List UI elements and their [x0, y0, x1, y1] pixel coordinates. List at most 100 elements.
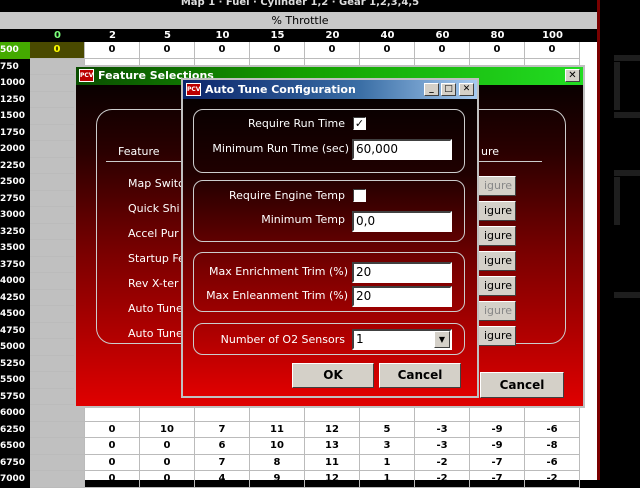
rpm-label: 6500 — [0, 441, 26, 451]
map-cell[interactable]: -2 — [525, 471, 580, 488]
feature-cancel-button[interactable]: Cancel — [480, 372, 564, 398]
column-header: 80 — [490, 30, 505, 41]
configure-button[interactable]: igure — [476, 176, 516, 196]
map-cell[interactable]: -2 — [415, 454, 470, 471]
map-cell[interactable]: 4 — [195, 471, 250, 488]
min-temp-input[interactable]: 0,0 — [352, 211, 452, 232]
rpm-label: 4250 — [0, 292, 26, 303]
map-cell[interactable]: -9 — [470, 421, 525, 438]
map-cell[interactable]: -7 — [470, 471, 525, 488]
map-cell[interactable]: 0 — [85, 438, 140, 455]
map-cell[interactable] — [30, 471, 85, 488]
column-header: 15 — [270, 30, 285, 41]
configure-button[interactable]: igure — [476, 326, 516, 346]
rpm-label: 7000 — [0, 474, 26, 484]
configure-button[interactable]: igure — [476, 226, 516, 246]
auto-tune-titlebar[interactable]: PCV Auto Tune Configuration _ □ ✕ — [183, 80, 477, 99]
rpm-label: 4750 — [0, 325, 26, 336]
configure-button[interactable]: igure — [476, 251, 516, 271]
rpm-label: 2250 — [0, 160, 26, 171]
rpm-label: 1500 — [0, 111, 26, 121]
map-cell[interactable]: -7 — [470, 454, 525, 471]
map-cell[interactable] — [30, 438, 85, 455]
column-headers: 0 2 5 10 15 20 40 60 80 100 — [0, 29, 600, 42]
feature-item: Map Switc — [128, 177, 183, 190]
configure-button[interactable]: igure — [476, 201, 516, 221]
max-enleanment-input[interactable]: 20 — [352, 286, 452, 307]
map-cell[interactable]: -9 — [470, 438, 525, 455]
map-cell[interactable] — [30, 421, 85, 438]
rpm-label: 2500 — [0, 177, 26, 187]
min-run-time-input[interactable]: 60,000 — [352, 139, 452, 160]
map-cell[interactable]: 7 — [195, 454, 250, 471]
map-cell[interactable]: 12 — [305, 421, 360, 438]
require-engine-temp-checkbox[interactable] — [353, 189, 366, 202]
max-enrichment-input[interactable]: 20 — [352, 262, 452, 283]
map-cell[interactable]: 7 — [195, 421, 250, 438]
rpm-label: 3250 — [0, 226, 26, 237]
configure-button[interactable]: igure — [476, 301, 516, 321]
map-cell[interactable]: -6 — [525, 454, 580, 471]
rpm-label: 5500 — [0, 375, 26, 385]
map-cell[interactable]: -6 — [525, 421, 580, 438]
cancel-button[interactable]: Cancel — [379, 363, 461, 388]
ok-button[interactable]: OK — [292, 363, 374, 388]
map-cell[interactable]: 0 — [415, 42, 470, 59]
map-cell[interactable]: 0 — [250, 42, 305, 59]
map-cell[interactable]: 1 — [360, 454, 415, 471]
feature-item: Quick Shi — [128, 202, 180, 215]
map-cell[interactable]: 0 — [195, 42, 250, 59]
map-cell[interactable]: -2 — [415, 471, 470, 488]
configure-button[interactable]: igure — [476, 276, 516, 296]
map-cell[interactable]: 0 — [470, 42, 525, 59]
require-engine-temp-label: Require Engine Temp — [229, 189, 345, 202]
map-cell[interactable]: 0 — [140, 42, 195, 59]
map-cell[interactable]: 9 — [250, 471, 305, 488]
require-run-time-checkbox[interactable]: ✓ — [353, 117, 366, 130]
chevron-down-icon[interactable]: ▼ — [434, 331, 450, 348]
map-cell[interactable]: 0 — [140, 471, 195, 488]
min-run-time-label: Minimum Run Time (sec) — [212, 142, 349, 155]
map-cell[interactable]: 12 — [305, 471, 360, 488]
map-cell[interactable]: 10 — [250, 438, 305, 455]
map-cell[interactable]: 0 — [140, 438, 195, 455]
map-cell[interactable]: 0 — [85, 471, 140, 488]
rpm-label: 6250 — [0, 424, 26, 435]
map-cell[interactable]: 13 — [305, 438, 360, 455]
map-cell[interactable]: -3 — [415, 421, 470, 438]
map-cell[interactable]: 11 — [250, 421, 305, 438]
map-cell[interactable]: 3 — [360, 438, 415, 455]
column-header: 5 — [164, 30, 171, 41]
map-cell[interactable]: 11 — [305, 454, 360, 471]
configure-column-header: ure — [481, 145, 500, 158]
rpm-label: 3750 — [0, 259, 26, 270]
maximize-icon[interactable]: □ — [441, 83, 456, 96]
auto-tune-dialog: PCV Auto Tune Configuration _ □ ✕ Requir… — [181, 78, 479, 398]
map-cell[interactable]: 0 — [525, 42, 580, 59]
o2-sensors-select[interactable]: 1 ▼ — [352, 329, 452, 350]
map-cell[interactable]: 1 — [360, 471, 415, 488]
map-cell[interactable]: -8 — [525, 438, 580, 455]
map-cell[interactable]: 5 — [360, 421, 415, 438]
map-cell[interactable]: 10 — [140, 421, 195, 438]
map-cell[interactable]: 0 — [305, 42, 360, 59]
map-cell[interactable]: -3 — [415, 438, 470, 455]
minimize-icon[interactable]: _ — [424, 83, 439, 96]
map-cell[interactable]: 0 — [85, 454, 140, 471]
map-cell[interactable]: 0 — [85, 421, 140, 438]
feature-item: Rev X-ter — [128, 277, 179, 290]
map-cell[interactable]: 0 — [140, 454, 195, 471]
close-icon[interactable]: ✕ — [565, 69, 580, 82]
column-header: 60 — [435, 30, 450, 41]
map-cell[interactable]: 6 — [195, 438, 250, 455]
feature-column-header: Feature — [118, 145, 160, 158]
map-cell[interactable]: 8 — [250, 454, 305, 471]
rpm-label: 3000 — [0, 210, 26, 220]
map-cell[interactable]: 0 — [360, 42, 415, 59]
map-cell[interactable]: 0 — [85, 42, 140, 59]
map-cell[interactable]: 0 — [30, 42, 85, 59]
o2-sensors-label: Number of O2 Sensors — [220, 333, 345, 346]
map-cell[interactable] — [30, 454, 85, 471]
rpm-label: 3500 — [0, 243, 26, 253]
close-icon[interactable]: ✕ — [459, 83, 474, 96]
